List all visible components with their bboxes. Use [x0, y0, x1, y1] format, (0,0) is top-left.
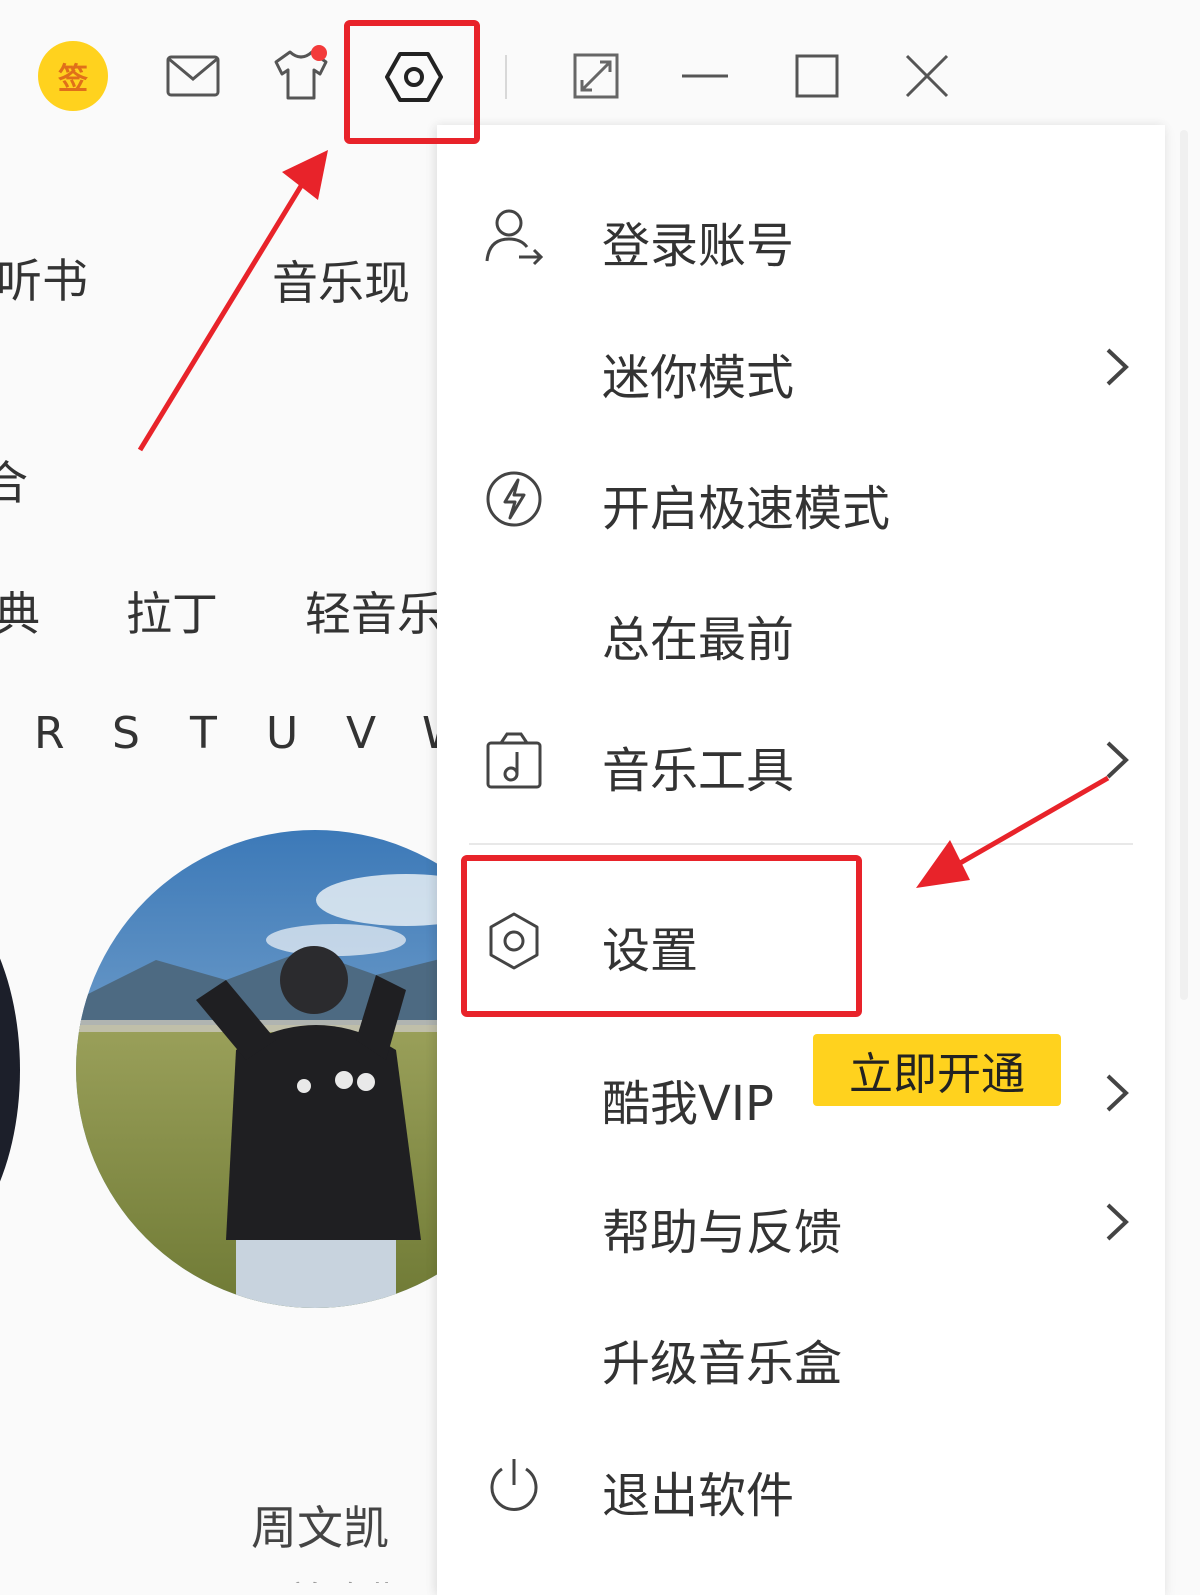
- arrow-line: [137, 166, 315, 452]
- annotation-arrows: [137, 150, 1110, 888]
- arrow-head: [282, 150, 328, 200]
- arrow-head: [916, 840, 970, 888]
- arrow-line: [946, 775, 1110, 873]
